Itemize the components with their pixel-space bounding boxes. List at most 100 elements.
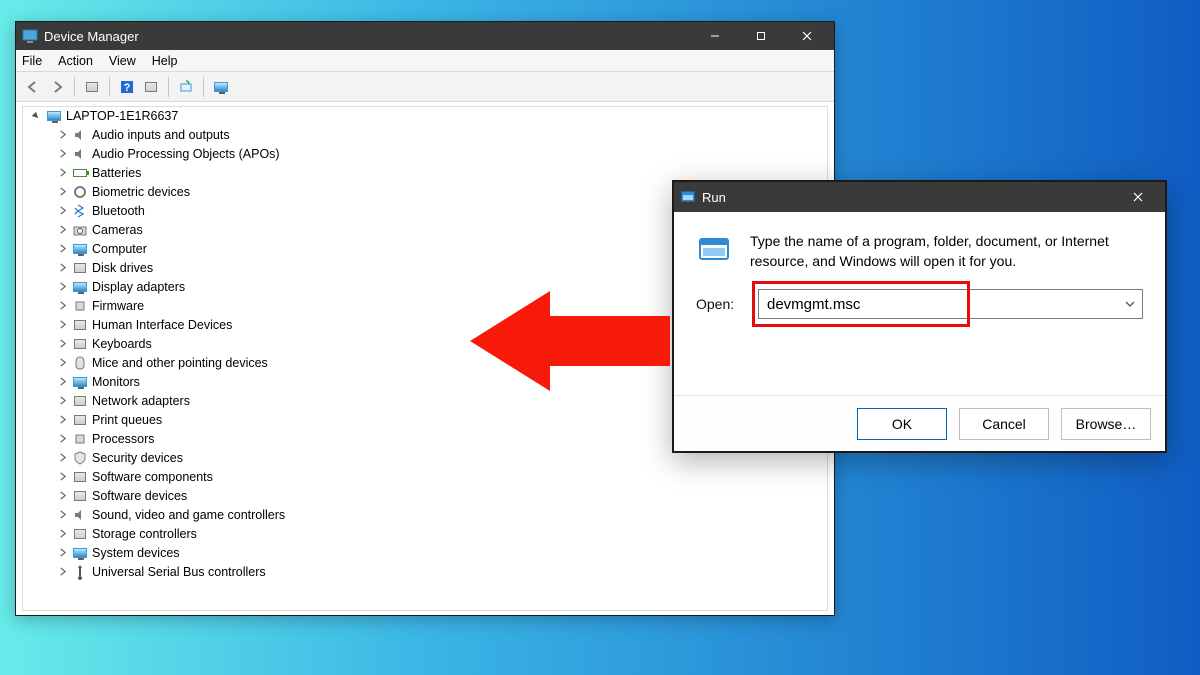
collapse-icon[interactable] [30,110,42,122]
tree-category[interactable]: Sound, video and game controllers [26,505,834,524]
tree-category-label: Computer [92,242,147,256]
toolbar-separator [74,77,75,97]
bluetooth-icon [72,203,88,219]
tree-category-label: Cameras [92,223,143,237]
properties-button[interactable] [140,76,162,98]
expand-icon[interactable] [56,357,68,369]
expand-icon[interactable] [56,566,68,578]
expand-icon[interactable] [56,338,68,350]
tree-category[interactable]: Software components [26,467,834,486]
tree-category-label: System devices [92,546,180,560]
computer-icon [46,108,62,124]
tree-category-label: Processors [92,432,155,446]
tree-category-label: Security devices [92,451,183,465]
expand-icon[interactable] [56,395,68,407]
monitor-icon [72,374,88,390]
software-icon [72,469,88,485]
scan-hardware-button[interactable] [175,76,197,98]
menu-file[interactable]: File [22,54,42,68]
expand-icon[interactable] [56,490,68,502]
expand-icon[interactable] [56,262,68,274]
tree-category-label: Sound, video and game controllers [92,508,285,522]
run-close-button[interactable] [1115,183,1161,211]
expand-icon[interactable] [56,471,68,483]
run-ok-button[interactable]: OK [857,408,947,440]
expand-icon[interactable] [56,224,68,236]
expand-icon[interactable] [56,528,68,540]
svg-text:?: ? [124,82,131,94]
device-manager-title: Device Manager [44,29,139,44]
battery-icon [72,165,88,181]
tree-category-label: Software devices [92,489,187,503]
expand-icon[interactable] [56,148,68,160]
run-combobox[interactable] [758,289,1143,319]
network-icon [72,393,88,409]
tree-category[interactable]: System devices [26,543,834,562]
run-input[interactable] [759,296,1118,313]
expand-icon[interactable] [56,243,68,255]
run-title: Run [702,190,726,205]
tree-category-label: Keyboards [92,337,152,351]
tree-category-label: Firmware [92,299,144,313]
camera-icon [72,222,88,238]
tree-category-label: Monitors [92,375,140,389]
speaker-icon [72,507,88,523]
run-dialog: Run Type the name of a program, folder, … [672,180,1167,453]
run-browse-button[interactable]: Browse… [1061,408,1151,440]
tree-category-label: Storage controllers [92,527,197,541]
help-button[interactable]: ? [116,76,138,98]
tree-root-node[interactable]: LAPTOP-1E1R6637 [26,106,834,125]
display-adapter-icon [72,279,88,295]
menu-action[interactable]: Action [58,54,93,68]
tree-category-label: Software components [92,470,213,484]
expand-icon[interactable] [56,281,68,293]
back-button[interactable] [22,76,44,98]
run-description: Type the name of a program, folder, docu… [750,232,1143,271]
tree-category-label: Display adapters [92,280,185,294]
keyboard-icon [72,336,88,352]
menu-view[interactable]: View [109,54,136,68]
tree-category[interactable]: Audio inputs and outputs [26,125,834,144]
chip-icon [72,298,88,314]
expand-icon[interactable] [56,414,68,426]
expand-icon[interactable] [56,167,68,179]
run-titlebar[interactable]: Run [674,182,1165,212]
expand-icon[interactable] [56,129,68,141]
expand-icon[interactable] [56,376,68,388]
expand-icon[interactable] [56,319,68,331]
menu-help[interactable]: Help [152,54,178,68]
run-window-icon [680,189,696,205]
tree-category-label: Batteries [92,166,141,180]
tree-category[interactable]: Storage controllers [26,524,834,543]
view-devices-button[interactable] [210,76,232,98]
tree-category-label: Audio Processing Objects (APOs) [92,147,280,161]
software-icon [72,488,88,504]
show-hide-console-tree-button[interactable] [81,76,103,98]
run-app-icon [696,232,732,268]
close-button[interactable] [784,22,830,50]
mouse-icon [72,355,88,371]
run-footer: OK Cancel Browse… [674,395,1165,451]
device-manager-titlebar[interactable]: Device Manager [16,22,834,50]
expand-icon[interactable] [56,300,68,312]
expand-icon[interactable] [56,186,68,198]
run-cancel-button[interactable]: Cancel [959,408,1049,440]
tree-category[interactable]: Audio Processing Objects (APOs) [26,144,834,163]
expand-icon[interactable] [56,433,68,445]
toolbar-separator [109,77,110,97]
device-manager-icon [22,28,38,44]
expand-icon[interactable] [56,205,68,217]
minimize-button[interactable] [692,22,738,50]
toolbar-separator [203,77,204,97]
tree-category-label: Bluetooth [92,204,145,218]
forward-button[interactable] [46,76,68,98]
maximize-button[interactable] [738,22,784,50]
expand-icon[interactable] [56,547,68,559]
tree-category[interactable]: Universal Serial Bus controllers [26,562,834,581]
tree-category-label: Print queues [92,413,162,427]
expand-icon[interactable] [56,452,68,464]
tree-category[interactable]: Software devices [26,486,834,505]
cpu-icon [72,431,88,447]
chevron-down-icon[interactable] [1118,298,1142,310]
expand-icon[interactable] [56,509,68,521]
